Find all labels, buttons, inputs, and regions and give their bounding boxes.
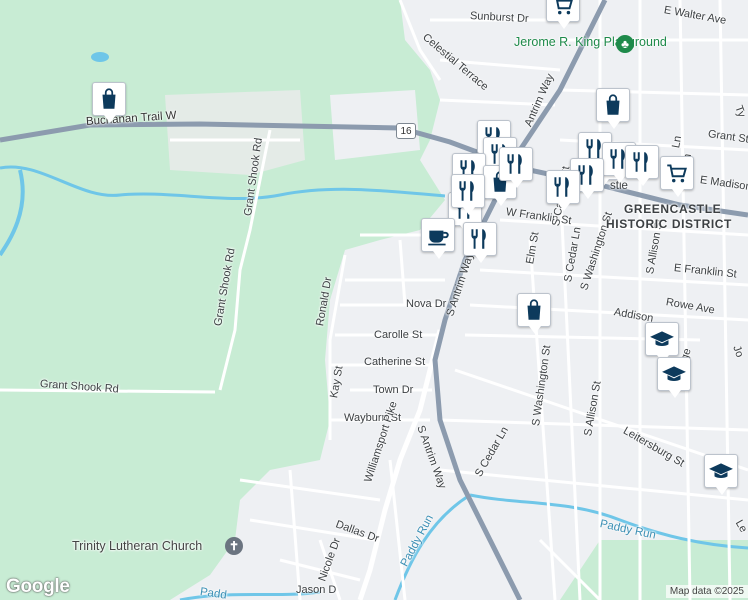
marker-shopping-bag[interactable]: [596, 88, 630, 129]
map-canvas[interactable]: Buchanan Trail W Grant Shook Rd Grant Sh…: [0, 0, 748, 600]
map-attribution[interactable]: Map data ©2025: [665, 585, 748, 598]
route-16-shield: 16: [396, 123, 416, 139]
street-label-nova-dr: Nova Dr: [406, 298, 447, 310]
google-logo: Google: [6, 576, 70, 597]
coffee-cup-icon: [428, 230, 449, 246]
shopping-cart-icon: [667, 164, 687, 183]
marker-shopping-bag[interactable]: [517, 293, 551, 334]
developed-area: [165, 90, 305, 175]
marker-restaurant[interactable]: [463, 222, 497, 263]
park-tree-icon: ♣: [616, 35, 634, 53]
marker-school[interactable]: [657, 357, 691, 398]
marker-cafe[interactable]: [421, 218, 455, 259]
place-label-playground: Jerome R. King Playground: [514, 35, 667, 49]
fork-knife-icon: [459, 181, 474, 201]
marker-restaurant[interactable]: [451, 174, 485, 215]
fork-knife-icon: [507, 154, 522, 174]
shopping-bag-icon: [527, 299, 541, 320]
fork-knife-icon: [471, 229, 486, 249]
place-label-district-1: GREENCASTLE: [624, 202, 722, 216]
marker-shopping-cart[interactable]: [546, 0, 580, 29]
place-label-district-2: HISTORIC DISTRICT: [606, 217, 732, 231]
graduation-cap-icon: [709, 463, 733, 479]
marker-restaurant[interactable]: [546, 170, 580, 211]
graduation-cap-icon: [662, 366, 686, 382]
street-label-catherine-st: Catherine St: [364, 356, 426, 368]
fork-knife-icon: [554, 177, 569, 197]
shopping-bag-icon: [102, 88, 116, 109]
street-label-town-dr: Town Dr: [373, 384, 414, 396]
marker-school[interactable]: [645, 322, 679, 363]
marker-shopping-bag[interactable]: [92, 82, 126, 123]
marker-restaurant[interactable]: [625, 145, 659, 186]
shopping-cart-icon: [556, 0, 573, 15]
street-label-carolle-st: Carolle St: [374, 329, 423, 341]
marker-shopping-cart[interactable]: [660, 156, 694, 197]
street-label-jason-dr: Jason D: [296, 584, 337, 596]
fork-knife-icon: [633, 152, 648, 172]
street-label-ln-1: Ln: [670, 134, 685, 150]
church-cross-icon: ✝: [225, 537, 243, 555]
shopping-bag-icon: [606, 94, 620, 115]
pond: [91, 52, 109, 62]
marker-restaurant[interactable]: [499, 147, 533, 188]
place-label-church: Trinity Lutheran Church: [72, 539, 203, 553]
marker-school[interactable]: [704, 454, 738, 495]
graduation-cap-icon: [650, 331, 674, 347]
